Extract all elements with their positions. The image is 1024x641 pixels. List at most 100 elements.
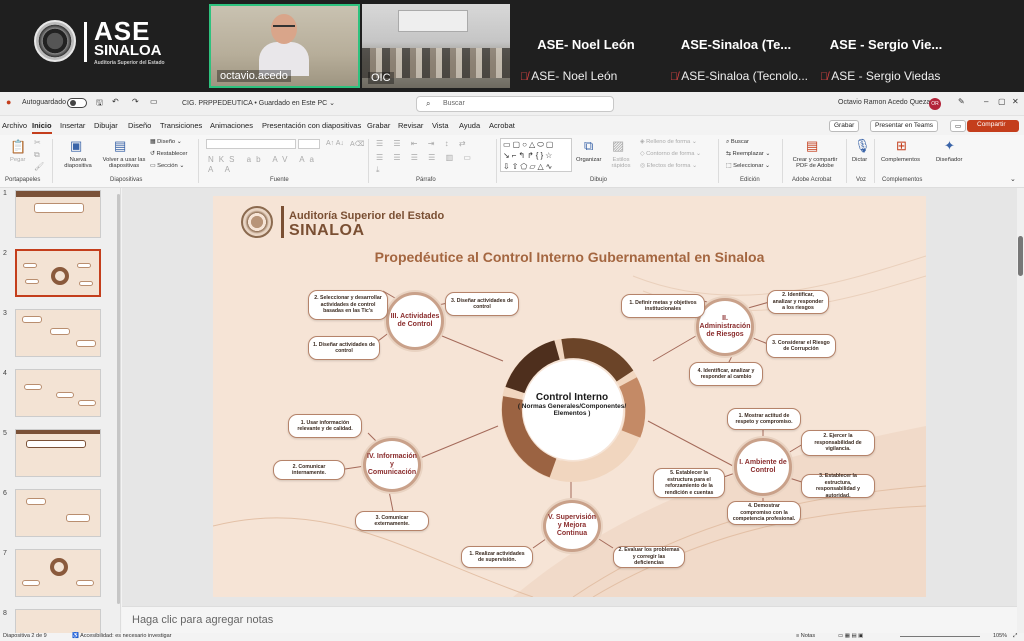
tab-animaciones[interactable]: Animaciones <box>210 121 253 130</box>
tab-dibujar[interactable]: Dibujar <box>94 121 118 130</box>
dictate-icon[interactable]: 🎙 <box>854 138 871 154</box>
node-r3[interactable]: 3. Considerar el Riesgo de Corrupción <box>766 334 836 358</box>
pen-icon[interactable]: ✎ <box>958 97 965 106</box>
node-r1[interactable]: 1. Definir metas y objetivos institucion… <box>621 294 705 318</box>
participant-tile[interactable]: ASE-Sinaloa (Te... 🎙̸ ASE-Sinaloa (Tecnol… <box>662 4 810 88</box>
node-c2[interactable]: 2. Seleccionar y desarrollar actividades… <box>308 290 388 320</box>
clear-format-icon[interactable]: A⌫ <box>350 140 365 148</box>
start-presentation-icon[interactable]: ▭ <box>150 97 158 106</box>
tab-presentacion[interactable]: Presentación con diapositivas <box>262 121 361 130</box>
autosave-toggle[interactable] <box>67 98 87 108</box>
accessibility-status[interactable]: ♿ Accesibilidad: es necesario investigar <box>72 633 172 639</box>
addins-icon[interactable]: ⊞ <box>896 138 907 154</box>
video-tile-oic[interactable]: OIC <box>362 4 510 88</box>
present-teams-button[interactable]: Presentar en Teams <box>870 120 939 132</box>
new-slide-label[interactable]: Nueva diapositiva <box>62 157 94 169</box>
list-icons[interactable]: ☰ ☰ ⇤ ⇥ ↕ ⇄ <box>376 139 470 148</box>
participant-tile[interactable]: ASE - Sergio Vie... 🎙̸ ASE - Sergio Vieda… <box>812 4 960 88</box>
tab-acrobat[interactable]: Acrobat <box>489 121 515 130</box>
tab-diseno[interactable]: Diseño <box>128 121 151 130</box>
hub-actividades-control[interactable]: III. Actividades de Control <box>386 292 444 350</box>
fit-slide-icon[interactable]: ⤢ <box>1013 633 1017 640</box>
tab-archivo[interactable]: Archivo <box>2 121 27 130</box>
undo-icon[interactable]: ↶ <box>112 97 119 106</box>
slide-thumbnail[interactable] <box>15 309 101 357</box>
tab-grabar[interactable]: Grabar <box>367 121 390 130</box>
slide-thumbnail[interactable] <box>15 489 101 537</box>
shapes-gallery[interactable]: ▭▢○△⬭▢ ↘⌐↰↱{}☆ ⇩⇧⬠▱△∿ <box>500 138 572 172</box>
slide-scrollbar[interactable] <box>1017 188 1024 633</box>
avatar[interactable]: OR <box>929 98 941 110</box>
node-a4[interactable]: 4. Demostrar compromiso con la competenc… <box>727 501 801 525</box>
redo-icon[interactable]: ↷ <box>132 97 139 106</box>
arrange-label[interactable]: Organizar <box>576 157 601 163</box>
align-icons[interactable]: ☰ ☰ ☰ ☰ ▥ ▭ <box>376 153 475 162</box>
addins-label[interactable]: Complementos <box>881 157 920 163</box>
node-r4[interactable]: 4. Identificar, analizar y responder al … <box>689 362 763 386</box>
slide-thumbnail[interactable] <box>15 429 101 477</box>
notes-toggle[interactable]: ≡ Notas <box>796 633 815 639</box>
node-c1[interactable]: 1. Diseñar actividades de control <box>308 336 380 360</box>
font-family-select[interactable] <box>206 139 296 149</box>
record-button[interactable]: Grabar <box>829 120 860 132</box>
node-i3[interactable]: 3. Comunicar externamente. <box>355 511 429 531</box>
node-s1[interactable]: 1. Realizar actividades de supervisión. <box>461 546 533 568</box>
node-c3[interactable]: 3. Diseñar actividades de control <box>445 292 519 316</box>
find-button[interactable]: ⌕ Buscar <box>726 139 749 146</box>
shape-outline-button[interactable]: ◇ Contorno de forma ⌄ <box>640 151 701 157</box>
copy-icon[interactable]: ⧉ <box>34 150 40 160</box>
format-painter-icon[interactable]: 🖌 <box>34 162 44 171</box>
layout-button[interactable]: ▦ Diseño ⌄ <box>150 139 182 145</box>
node-r2[interactable]: 2. Identificar, analizar y responder a l… <box>767 290 829 314</box>
zoom-slider[interactable] <box>900 636 980 637</box>
tab-ayuda[interactable]: Ayuda <box>459 121 480 130</box>
maximize-icon[interactable]: ▢ <box>998 97 1006 106</box>
hub-ambiente-control[interactable]: I. Ambiente de Control <box>734 438 792 496</box>
reset-button[interactable]: ↺ Restablecer <box>150 151 187 157</box>
paste-icon[interactable]: 📋 <box>10 139 26 155</box>
hub-informacion-comunicacion[interactable]: IV. Información y Comunicación <box>363 438 421 492</box>
node-i2[interactable]: 2. Comunicar internamente. <box>273 460 345 480</box>
view-buttons[interactable]: ▭ ▦ ▤ ▣ <box>838 633 863 639</box>
notes-pane[interactable]: Haga clic para agregar notas <box>122 606 1017 633</box>
arrange-icon[interactable]: ⧉ <box>584 138 593 154</box>
section-button[interactable]: ▭ Sección ⌄ <box>150 163 184 169</box>
designer-icon[interactable]: ✦ <box>944 138 955 154</box>
quick-styles-icon[interactable]: ▨ <box>612 138 624 154</box>
video-tile-octavio[interactable]: octavio.acedo <box>209 4 360 88</box>
reuse-slides-icon[interactable]: ▤ <box>114 138 126 154</box>
cut-icon[interactable]: ✂ <box>34 138 41 147</box>
select-button[interactable]: ⬚ Seleccionar ⌄ <box>726 163 770 169</box>
tab-inicio[interactable]: Inicio <box>32 121 52 134</box>
thumbnails-scrollbar[interactable] <box>117 194 120 604</box>
node-i1[interactable]: 1. Usar información relevante y de calid… <box>288 414 362 438</box>
replace-button[interactable]: ⇆ Reemplazar ⌄ <box>726 151 770 157</box>
quick-styles-label[interactable]: Estilos rápidos <box>608 157 634 169</box>
node-a2[interactable]: 2. Ejercer la responsabilidad de vigilan… <box>801 430 875 456</box>
font-size-select[interactable] <box>298 139 320 149</box>
font-color-icons[interactable]: A A <box>208 165 235 174</box>
slide-thumbnail[interactable] <box>15 369 101 417</box>
tab-transiciones[interactable]: Transiciones <box>160 121 202 130</box>
slide-thumbnail-selected[interactable] <box>15 249 101 297</box>
new-slide-icon[interactable]: ▣ <box>70 138 82 154</box>
shape-fill-button[interactable]: ◈ Relleno de forma ⌄ <box>640 139 697 145</box>
font-grow-icon[interactable]: A↑ A↓ <box>326 140 344 147</box>
node-a1[interactable]: 1. Mostrar actitud de respeto y compromi… <box>727 408 801 430</box>
slide-thumbnail[interactable] <box>15 609 101 633</box>
node-a5[interactable]: 5. Establecer la estructura para el refo… <box>653 468 725 498</box>
hub-supervision-mejora[interactable]: V. Supervisión y Mejora Continua <box>543 500 601 552</box>
tab-insertar[interactable]: Insertar <box>60 121 85 130</box>
text-direction-icon[interactable]: ⤓ <box>376 165 380 175</box>
node-a3[interactable]: 3. Establecer la estructura, responsabil… <box>801 473 875 499</box>
adobe-create-label[interactable]: Crear y compartir PDF de Adobe <box>788 157 842 169</box>
adobe-pdf-icon[interactable]: ▤ <box>806 138 818 154</box>
slide-thumbnail[interactable] <box>15 190 101 238</box>
close-icon[interactable]: ✕ <box>1012 97 1019 106</box>
participant-tile[interactable]: ASE- Noel León 🎙̸ ASE- Noel León <box>512 4 660 88</box>
node-s2[interactable]: 2. Evaluar los problemas y corregir las … <box>613 546 685 568</box>
designer-label[interactable]: Diseñador <box>936 157 962 163</box>
minimize-icon[interactable]: – <box>984 97 988 106</box>
font-style-icons[interactable]: NKS ab AV Aa <box>208 155 319 164</box>
dictate-label[interactable]: Dictar <box>852 157 867 163</box>
